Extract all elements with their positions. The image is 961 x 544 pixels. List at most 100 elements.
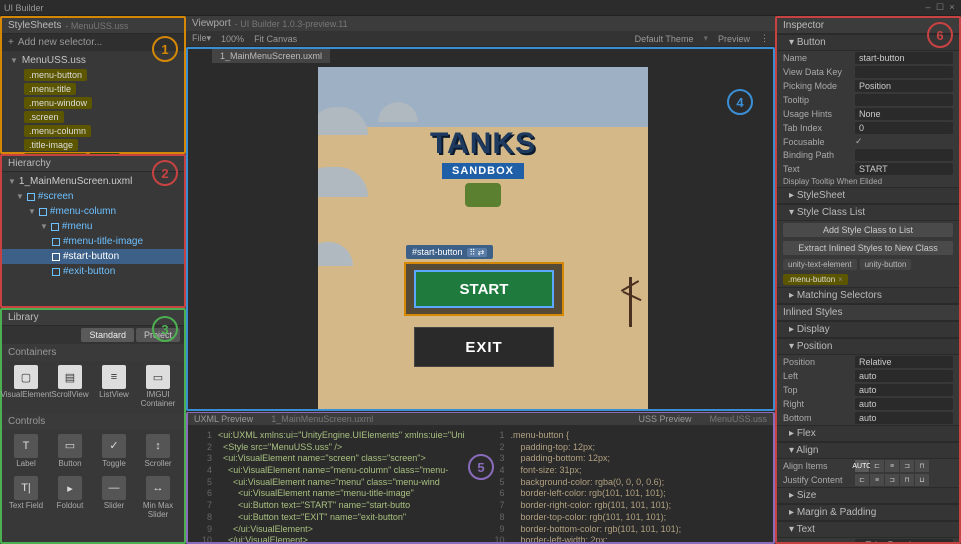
library-item[interactable]: ▢VisualElement: [6, 365, 46, 409]
library-item[interactable]: ≡ListView: [94, 365, 134, 409]
tooltip-field[interactable]: [855, 94, 953, 106]
library-item[interactable]: T|Text Field: [6, 476, 46, 520]
library-item[interactable]: —Slider: [94, 476, 134, 520]
size-section[interactable]: ▸ Size: [777, 487, 959, 504]
listview-icon: ≡: [102, 365, 126, 389]
slider-icon: —: [102, 476, 126, 500]
chevron-down-icon: ▼: [8, 177, 16, 186]
bottom-field[interactable]: auto: [855, 412, 953, 424]
start-button[interactable]: START: [414, 270, 554, 308]
canvas-tab[interactable]: 1_MainMenuScreen.uxml: [212, 49, 330, 63]
align-items-buttons[interactable]: AUTO⊏≡⊐⊓: [855, 460, 929, 472]
selector-item[interactable]: .screen: [24, 110, 180, 124]
picking-dropdown[interactable]: Position: [855, 80, 953, 92]
hierarchy-item[interactable]: #menu-title-image: [2, 234, 184, 249]
annotation-circle-6: 6: [927, 22, 953, 48]
library-item[interactable]: ▸Foldout: [50, 476, 90, 520]
menu-icon[interactable]: ⋮: [760, 33, 769, 44]
library-item[interactable]: ▤ScrollView: [50, 365, 90, 409]
display-section[interactable]: ▸ Display: [777, 321, 959, 338]
justify-buttons[interactable]: ⊏≡⊐⊓⊔: [855, 474, 929, 486]
preview-button[interactable]: Preview: [718, 34, 750, 44]
stylesheet-section[interactable]: ▸ StyleSheet: [777, 187, 959, 204]
top-field[interactable]: auto: [855, 384, 953, 396]
selector-item[interactable]: .menu-button: [24, 68, 180, 82]
selection-badge[interactable]: #start-button ⠿ ⇄: [406, 245, 493, 259]
maximize-icon[interactable]: ☐: [935, 2, 945, 13]
scrollview-icon: ▤: [58, 365, 82, 389]
annotation-circle-5: 5: [468, 454, 494, 480]
file-menu[interactable]: File▾: [192, 33, 211, 44]
hierarchy-item[interactable]: ▼#screen: [2, 189, 184, 204]
selector-item[interactable]: .menu-window: [24, 96, 180, 110]
exit-button[interactable]: EXIT: [414, 327, 554, 367]
hierarchy-item-selected[interactable]: #start-button: [2, 249, 184, 264]
tabindex-field[interactable]: 0: [855, 122, 953, 134]
class-pill[interactable]: .menu-button×: [783, 274, 848, 285]
uss-code[interactable]: 1.menu-button { 2 padding-top: 12px; 3 p…: [481, 414, 774, 542]
right-field[interactable]: auto: [855, 398, 953, 410]
button-icon: ▭: [58, 434, 82, 458]
hierarchy-item[interactable]: #exit-button: [2, 264, 184, 279]
library-item[interactable]: ↔Min Max Slider: [138, 476, 178, 520]
titlebar: UI Builder – ☐ ×: [0, 0, 961, 16]
annotation-circle-4: 4: [727, 89, 753, 115]
library-item[interactable]: TLabel: [6, 434, 46, 469]
label-icon: T: [14, 434, 38, 458]
minmaxslider-icon: ↔: [146, 476, 170, 500]
name-field[interactable]: start-button: [855, 52, 953, 64]
extract-styles-button[interactable]: Extract Inlined Styles to New Class: [783, 241, 953, 255]
tank-icon: [465, 183, 501, 207]
margin-section[interactable]: ▸ Margin & Padding: [777, 504, 959, 521]
left-field[interactable]: auto: [855, 370, 953, 382]
focusable-checkbox[interactable]: ✓: [855, 136, 863, 147]
viewport-canvas[interactable]: 1_MainMenuScreen.uxml TANKS SANDBOX: [186, 47, 775, 411]
stylesheets-header: StyleSheets - MenuUSS.uss: [2, 18, 184, 34]
library-section: Containers: [2, 344, 184, 361]
plus-icon: +: [8, 37, 14, 48]
font-field[interactable]: ∧Teko-Regular: [855, 539, 953, 544]
close-icon[interactable]: ×: [947, 2, 957, 13]
library-tab-standard[interactable]: Standard: [81, 328, 134, 342]
fit-canvas-button[interactable]: Fit Canvas: [254, 34, 297, 44]
hierarchy-item[interactable]: ▼#menu-column: [2, 204, 184, 219]
minimize-icon[interactable]: –: [923, 2, 933, 13]
uxml-preview-tab[interactable]: UXML Preview: [194, 414, 253, 424]
window-controls: – ☐ ×: [923, 2, 957, 13]
imgui-icon: ▭: [146, 365, 170, 389]
flex-section[interactable]: ▸ Flex: [777, 425, 959, 442]
zoom-level[interactable]: 100%: [221, 34, 244, 44]
class-pill[interactable]: unity-button: [860, 259, 912, 270]
library-item[interactable]: ▭Button: [50, 434, 90, 469]
styleclass-section[interactable]: ▾ Style Class List: [777, 204, 959, 221]
uxml-code[interactable]: 1<ui:UXML xmlns:ui="UnityEngine.UIElemen…: [188, 414, 481, 542]
viewdata-field[interactable]: [855, 66, 953, 78]
selector-item[interactable]: .title-image: [24, 138, 180, 152]
add-class-button[interactable]: Add Style Class to List: [783, 223, 953, 237]
position-dropdown[interactable]: Relative: [855, 356, 953, 368]
inspector-panel: Inspector ▾ Button Namestart-button View…: [775, 16, 961, 544]
annotation-circle-2: 2: [152, 160, 178, 186]
start-button-selection[interactable]: START: [404, 262, 564, 316]
class-pill[interactable]: unity-text-element: [783, 259, 857, 270]
library-item[interactable]: ✓Toggle: [94, 434, 134, 469]
binding-field[interactable]: [855, 149, 953, 161]
position-section[interactable]: ▾ Position: [777, 338, 959, 355]
usage-dropdown[interactable]: None: [855, 108, 953, 120]
remove-icon[interactable]: ×: [838, 275, 843, 284]
theme-dropdown[interactable]: Default Theme: [635, 34, 694, 44]
text-field[interactable]: START: [855, 163, 953, 175]
library-item[interactable]: ↕Scroller: [138, 434, 178, 469]
matching-section[interactable]: ▸ Matching Selectors: [777, 287, 959, 304]
align-section[interactable]: ▾ Align: [777, 442, 959, 459]
code-preview-panel: UXML Preview 1_MainMenuScreen.uxml USS P…: [186, 412, 775, 544]
library-item[interactable]: ▭IMGUI Container: [138, 365, 178, 409]
selector-item[interactable]: .menu-title: [24, 82, 180, 96]
uss-preview-tab[interactable]: USS Preview: [638, 414, 691, 424]
game-preview: TANKS SANDBOX #start-button ⠿ ⇄ START EX…: [318, 67, 648, 411]
inlined-section: Inlined Styles: [777, 304, 959, 321]
selector-item[interactable]: .menu-column: [24, 124, 180, 138]
hierarchy-item[interactable]: ▼#menu: [2, 219, 184, 234]
text-section[interactable]: ▾ Text: [777, 521, 959, 538]
game-title: TANKS SANDBOX: [318, 127, 648, 207]
